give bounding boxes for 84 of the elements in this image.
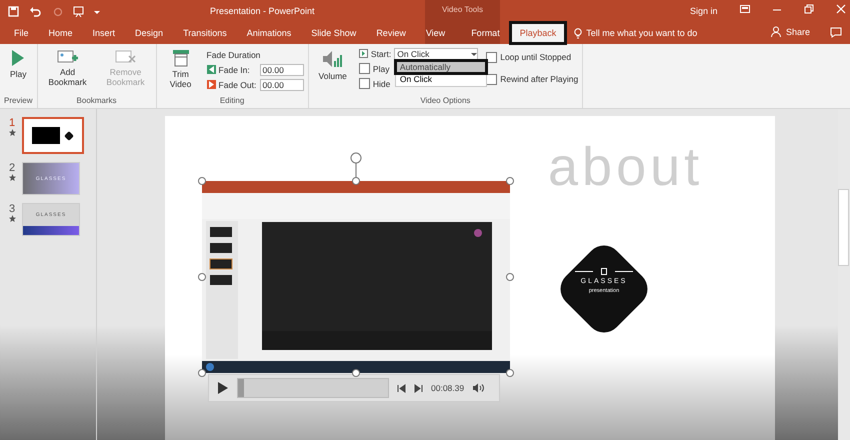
slide-number: 1: [8, 117, 16, 129]
share-button[interactable]: Share: [786, 26, 810, 36]
checkbox-label: Rewind after Playing: [500, 74, 578, 84]
checkbox-label: Hide: [372, 78, 390, 88]
video-thumbnail-icon: [32, 127, 60, 144]
group-label: Preview: [4, 96, 33, 107]
group-label: Editing: [218, 96, 246, 107]
ribbon-tab[interactable]: File: [4, 22, 39, 44]
badge-icon: [64, 130, 74, 140]
play-button[interactable]: Play: [4, 46, 33, 80]
comment-icon: [830, 27, 842, 38]
trim-video-button[interactable]: Trim Video: [160, 46, 201, 90]
volume-icon: [472, 383, 484, 393]
checkbox[interactable]: [358, 78, 370, 89]
document-icon: [601, 268, 607, 275]
ribbon-tab[interactable]: Animations: [236, 22, 302, 44]
divider-line-icon: [575, 270, 593, 272]
slide-number: 3: [8, 203, 16, 215]
add-bookmark-button[interactable]: Add Bookmark: [42, 46, 94, 88]
step-forward-icon: [414, 384, 423, 392]
remove-bookmark-icon: [114, 49, 137, 65]
divider-line-icon: [615, 270, 633, 272]
fade-in-icon: [206, 65, 216, 74]
resize-handle[interactable]: [198, 273, 206, 281]
checkbox[interactable]: [486, 52, 498, 62]
group-label: Bookmarks: [76, 96, 118, 107]
close-icon: [836, 4, 846, 14]
sign-in-link[interactable]: Sign in: [690, 6, 718, 16]
volume-button[interactable]: Volume: [312, 46, 353, 82]
slide-thumbnail[interactable]: [22, 117, 84, 154]
star-icon: [8, 215, 16, 222]
slideshow-icon: [73, 6, 84, 16]
resize-handle[interactable]: [506, 177, 514, 185]
fade-out-icon: [206, 80, 216, 89]
person-icon: [770, 26, 782, 37]
contextual-tab-group: Video Tools: [425, 5, 500, 14]
scrollbar-thumb[interactable]: [838, 189, 849, 266]
fade-out-field[interactable]: 00.00: [260, 78, 304, 90]
restore-icon: [804, 4, 814, 14]
play-icon: [11, 49, 26, 67]
resize-handle[interactable]: [506, 273, 514, 281]
ribbon-tab[interactable]: Home: [38, 22, 83, 44]
playback-time: 00:08.39: [431, 383, 464, 393]
add-bookmark-icon: [56, 49, 79, 65]
checkbox-label: Loop until Stopped: [500, 52, 572, 62]
tell-me-field[interactable]: Tell me what you want to do: [586, 28, 698, 38]
start-label: Start:: [370, 48, 392, 58]
ribbon-tab[interactable]: Transitions: [173, 22, 237, 44]
play-icon: [217, 381, 229, 395]
ribbon-tab[interactable]: Review: [366, 22, 416, 44]
fade-duration-label: Fade Duration: [206, 48, 262, 62]
ribbon-tab[interactable]: Slide Show: [301, 22, 366, 44]
resize-handle[interactable]: [352, 177, 360, 185]
checkbox-label: Play: [372, 64, 390, 74]
star-icon: [8, 174, 16, 181]
window-title: Presentation - PowerPoint: [210, 6, 315, 16]
film-icon: [172, 49, 190, 67]
ribbon-tab[interactable]: Design: [125, 22, 174, 44]
save-icon: [8, 6, 19, 16]
resize-handle[interactable]: [198, 369, 206, 377]
star-icon: [8, 129, 16, 136]
checkbox[interactable]: [358, 63, 370, 74]
step-back-icon: [397, 384, 406, 392]
dropdown-option[interactable]: Automatically: [396, 61, 486, 73]
redo-icon: [53, 6, 63, 16]
group-label: Video Options: [419, 96, 472, 107]
dropdown-option[interactable]: On Click: [396, 73, 486, 85]
fade-out-label: Fade Out:: [218, 80, 257, 90]
start-icon: [358, 49, 368, 58]
ribbon-tab[interactable]: Playback: [510, 22, 566, 44]
ribbon-display-icon: [740, 4, 750, 14]
resize-handle[interactable]: [506, 369, 514, 377]
undo-icon: [29, 6, 43, 16]
speaker-icon: [322, 49, 344, 69]
start-dropdown[interactable]: On Click: [394, 48, 478, 60]
slide-number: 2: [8, 162, 16, 174]
ribbon-tab[interactable]: View: [416, 22, 456, 44]
ribbon-tab[interactable]: Insert: [82, 22, 126, 44]
fade-in-label: Fade In:: [218, 64, 251, 74]
ribbon-tab[interactable]: Format: [461, 22, 510, 44]
rotate-handle-icon: [350, 152, 362, 180]
resize-handle[interactable]: [198, 177, 206, 185]
fade-in-field[interactable]: 00.00: [260, 64, 304, 76]
lightbulb-icon: [574, 28, 582, 38]
